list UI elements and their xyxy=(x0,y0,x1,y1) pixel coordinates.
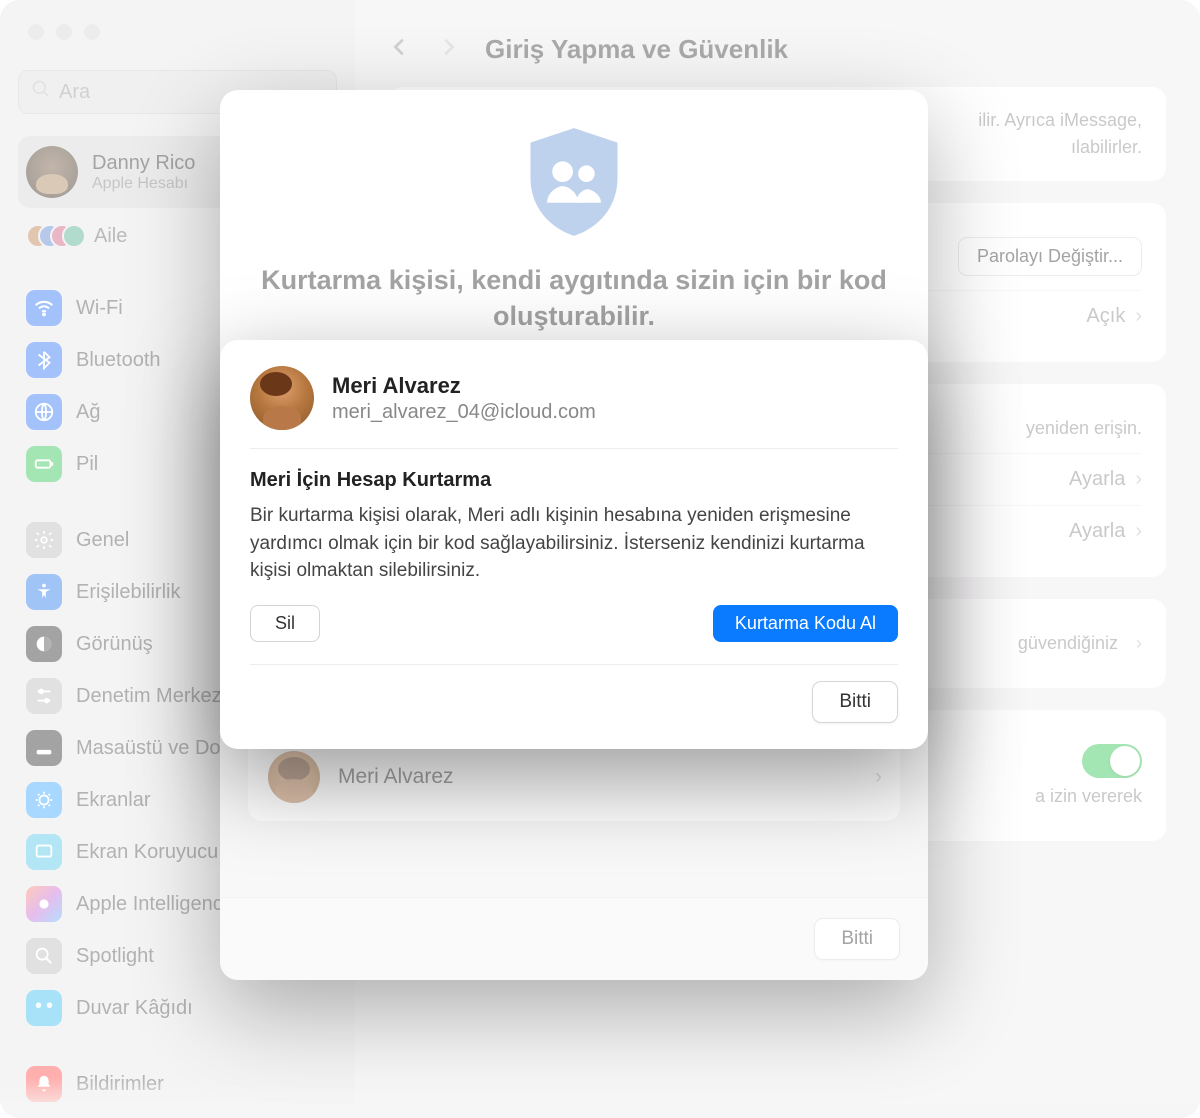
status-open[interactable]: Açık› xyxy=(1086,305,1142,328)
info-fragment: güvendiğiniz xyxy=(1018,633,1118,654)
toggle-switch[interactable] xyxy=(1082,744,1142,778)
shield-people-icon xyxy=(522,124,626,240)
search-icon xyxy=(31,79,51,105)
chevron-right-icon: › xyxy=(1135,468,1142,491)
bluetooth-icon xyxy=(26,342,62,378)
contact-name: Meri Alvarez xyxy=(338,765,454,789)
info-fragment: yeniden erişin. xyxy=(1026,418,1142,439)
family-avatars-icon xyxy=(26,222,82,250)
contact-avatar xyxy=(268,751,320,803)
sheet-headline: Kurtarma kişisi, kendi aygıtında sizin i… xyxy=(248,262,900,335)
wallpaper-icon xyxy=(26,990,62,1026)
sliders-icon xyxy=(26,678,62,714)
battery-icon xyxy=(26,446,62,482)
appearance-icon xyxy=(26,626,62,662)
wifi-icon xyxy=(26,290,62,326)
displays-icon xyxy=(26,782,62,818)
chevron-right-icon: › xyxy=(1135,305,1142,328)
forward-button[interactable] xyxy=(437,30,459,69)
header-bar: Giriş Yapma ve Güvenlik xyxy=(389,20,1166,87)
change-password-button[interactable]: Parolayı Değiştir... xyxy=(958,237,1142,276)
minimize-window-icon[interactable] xyxy=(56,24,72,40)
sparkle-icon xyxy=(26,886,62,922)
contact-avatar xyxy=(250,366,314,430)
chevron-right-icon: › xyxy=(1136,633,1142,654)
traffic-lights xyxy=(28,24,100,40)
spotlight-icon xyxy=(26,938,62,974)
sidebar-item-wallpaper[interactable]: Duvar Kâğıdı xyxy=(18,984,337,1032)
sidebar-item-notifications[interactable]: Bildirimler xyxy=(18,1060,337,1108)
dock-icon xyxy=(26,730,62,766)
settings-window: Ara Danny Rico Apple Hesabı Aile Wi-Fi B… xyxy=(0,0,1200,1118)
screensaver-icon xyxy=(26,834,62,870)
accessibility-icon xyxy=(26,574,62,610)
chevron-right-icon: › xyxy=(1135,520,1142,543)
dialog-title: Meri İçin Hesap Kurtarma xyxy=(250,469,898,492)
setup-link[interactable]: Ayarla› xyxy=(1069,468,1142,491)
dialog-contact-name: Meri Alvarez xyxy=(332,373,596,399)
page-title: Giriş Yapma ve Güvenlik xyxy=(485,34,788,65)
family-label: Aile xyxy=(94,225,127,248)
zoom-window-icon[interactable] xyxy=(84,24,100,40)
info-fragment: a izin vererek xyxy=(1035,786,1142,807)
dialog-contact-email: meri_alvarez_04@icloud.com xyxy=(332,401,596,424)
recovery-contact-dialog: Meri Alvarez meri_alvarez_04@icloud.com … xyxy=(220,340,928,749)
get-recovery-code-button[interactable]: Kurtarma Kodu Al xyxy=(713,605,898,642)
account-sub: Apple Hesabı xyxy=(92,175,195,193)
close-window-icon[interactable] xyxy=(28,24,44,40)
chevron-right-icon: › xyxy=(875,765,882,789)
dialog-body-text: Bir kurtarma kişisi olarak, Meri adlı ki… xyxy=(250,502,898,585)
back-button[interactable] xyxy=(389,30,411,69)
setup-link[interactable]: Ayarla› xyxy=(1069,520,1142,543)
done-button[interactable]: Bitti xyxy=(812,681,898,723)
gear-icon xyxy=(26,522,62,558)
delete-button[interactable]: Sil xyxy=(250,605,320,642)
avatar xyxy=(26,146,78,198)
search-placeholder: Ara xyxy=(59,81,90,104)
sidebar-item-sound[interactable]: Ses xyxy=(18,1112,337,1118)
account-name: Danny Rico xyxy=(92,152,195,175)
done-button[interactable]: Bitti xyxy=(814,918,900,960)
bell-icon xyxy=(26,1066,62,1102)
globe-icon xyxy=(26,394,62,430)
